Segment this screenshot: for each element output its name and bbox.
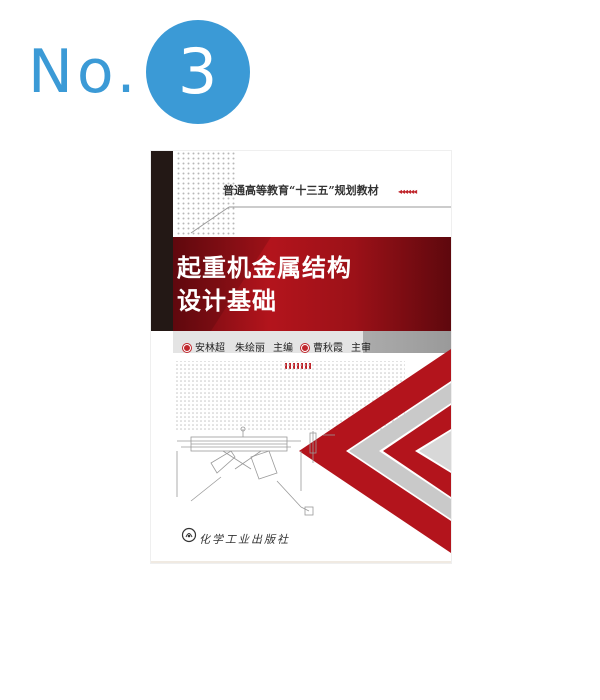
book-title-line-2: 设计基础 bbox=[177, 287, 277, 315]
reviewer-role: 主审 bbox=[351, 343, 371, 354]
bullet-icon bbox=[301, 344, 309, 352]
book-title-line-1: 起重机金属结构 bbox=[177, 254, 352, 282]
rank-prefix: No. bbox=[28, 37, 140, 107]
series-arrows-icon: ◂◂◂◂◂◂ bbox=[398, 187, 417, 196]
publisher-name: 化学工业出版社 bbox=[199, 533, 290, 546]
rank-number: 3 bbox=[177, 35, 218, 108]
reviewer-name: 曹秋霞 bbox=[313, 343, 343, 354]
page: No. 3 普通高等教育“十三五”规划教材 ◂◂◂◂◂◂ 起重机金属结构 设计基… bbox=[0, 0, 600, 700]
editors-role: 主编 bbox=[273, 343, 293, 354]
rank-badge: No. 3 bbox=[28, 20, 250, 124]
editors-names: 安林超 朱绘丽 bbox=[195, 343, 265, 354]
technical-drawing bbox=[176, 426, 335, 516]
dark-side-bar bbox=[151, 151, 173, 331]
series-label: 普通高等教育“十三五”规划教材 bbox=[223, 184, 379, 197]
book-cover[interactable]: 普通高等教育“十三五”规划教材 ◂◂◂◂◂◂ 起重机金属结构 设计基础 安林超 … bbox=[151, 151, 451, 563]
bullet-icon bbox=[183, 344, 191, 352]
book-title: 起重机金属结构 设计基础 bbox=[177, 252, 447, 318]
cover-artwork bbox=[151, 151, 451, 563]
author-line: 安林超 朱绘丽 主编 曹秋霞 主审 bbox=[183, 339, 371, 354]
rank-number-circle: 3 bbox=[145, 20, 250, 124]
publisher-logo-icon bbox=[181, 527, 197, 543]
